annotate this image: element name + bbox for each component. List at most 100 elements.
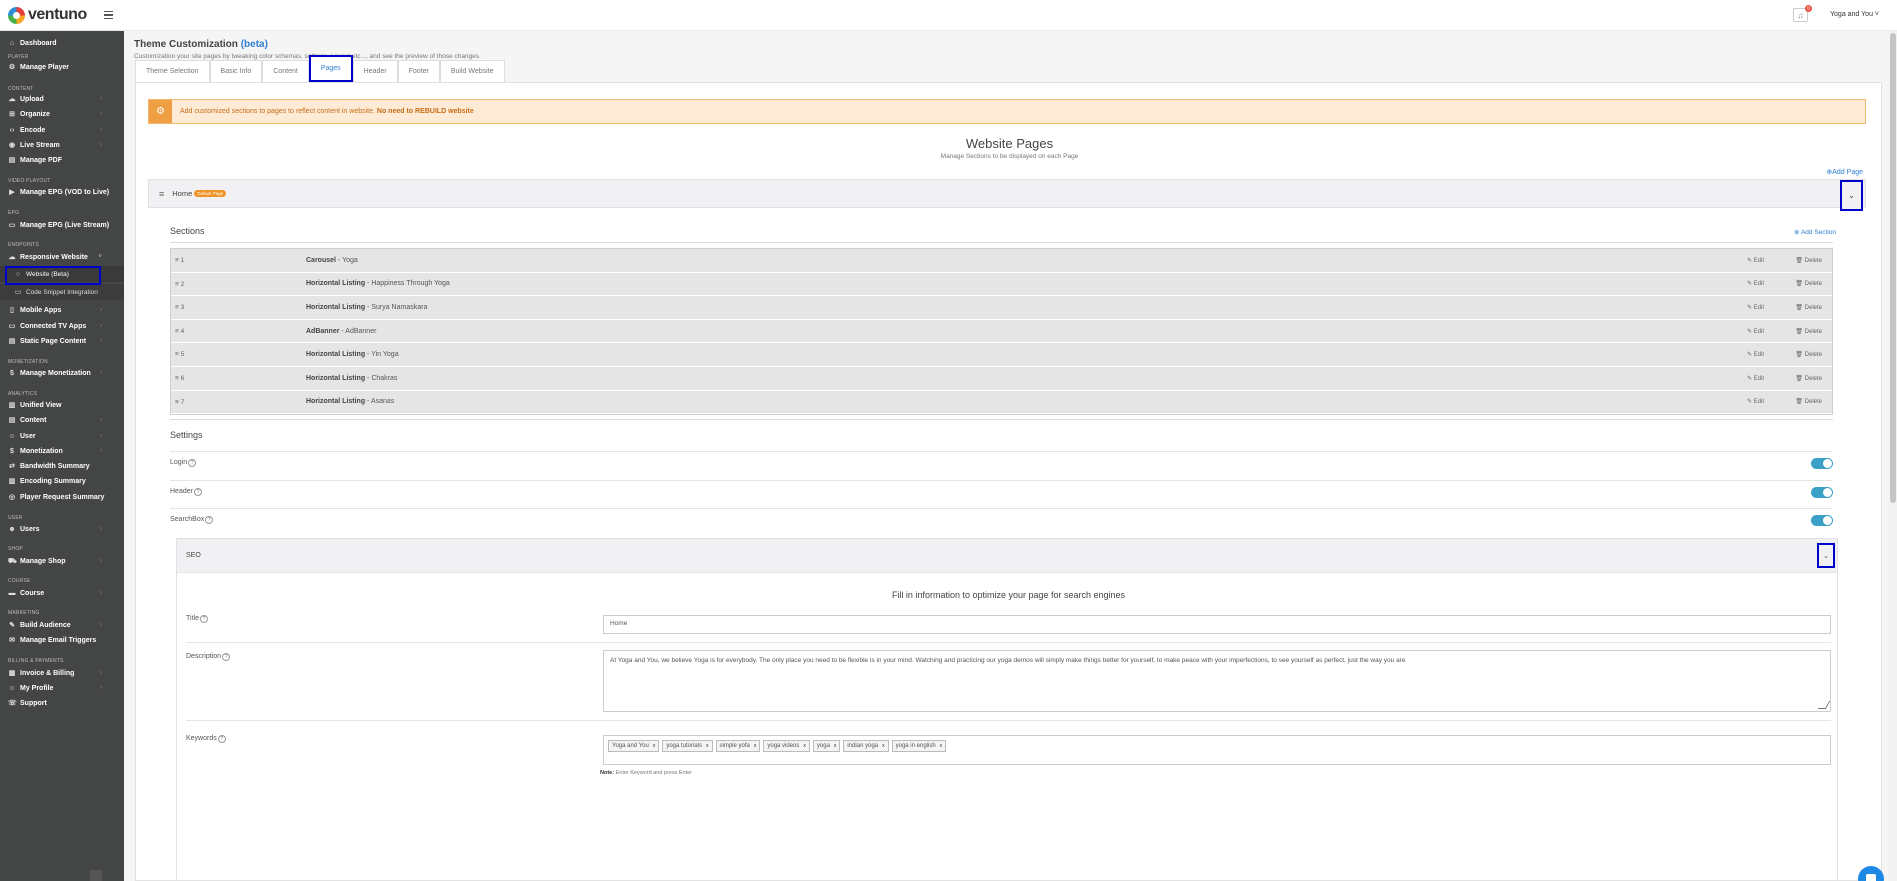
section-row[interactable]: ≡ 3 Horizontal Listing - Surya Namaskara ✎…	[171, 296, 1832, 320]
seo-header[interactable]: SEO ⌄	[177, 539, 1837, 573]
cloud-upload-icon: ☁	[8, 96, 16, 103]
tab-pages[interactable]: Pages	[308, 55, 353, 82]
help-icon[interactable]: ?	[205, 516, 214, 524]
chevron-down-icon[interactable]: ⌄	[1817, 543, 1835, 568]
sidebar-item-build-audience[interactable]: ✎ Build Audience ›	[0, 617, 124, 633]
section-row[interactable]: ≡ 7 Horizontal Listing - Asanas ✎ Edit 🗑 De…	[171, 390, 1832, 415]
login-toggle[interactable]	[1811, 458, 1833, 469]
sidebar-item-encoding[interactable]: ▥ Encoding Summary	[0, 473, 124, 489]
sidebar-item-manage-epg-vod[interactable]: ▶ Manage EPG (VOD to Live)	[0, 184, 124, 200]
edit-button[interactable]: ✎ Edit	[1747, 328, 1764, 335]
sidebar-item-manage-player[interactable]: ⚙ Manage Player	[0, 59, 124, 75]
section-number: ≡ 4	[175, 327, 185, 335]
tv-icon: ▭	[8, 222, 16, 229]
sidebar-item-dashboard[interactable]: ⌂ Dashboard	[0, 35, 124, 51]
user-menu[interactable]: Yoga and You ˅	[1830, 11, 1879, 18]
close-icon[interactable]: x	[706, 743, 709, 749]
edit-button[interactable]: ✎ Edit	[1747, 257, 1764, 264]
chevron-down-icon[interactable]: ⌄	[1840, 180, 1863, 211]
edit-button[interactable]: ✎ Edit	[1747, 375, 1764, 382]
sidebar-item-unified-view[interactable]: ▥ Unified View	[0, 397, 124, 413]
sidebar-item-analytics-content[interactable]: ▤ Content ›	[0, 412, 124, 428]
sidebar-item-course[interactable]: ▬ Course ›	[0, 585, 124, 601]
sidebar-item-my-profile[interactable]: ☺ My Profile ›	[0, 680, 124, 696]
section-type: AdBanner	[306, 327, 340, 335]
help-icon[interactable]: ?	[199, 615, 208, 623]
sidebar-item-manage-epg-live[interactable]: ▭ Manage EPG (Live Stream)	[0, 217, 124, 233]
broadcast-icon: ◉	[8, 142, 16, 149]
sidebar-item-users[interactable]: ☻ Users ›	[0, 521, 124, 537]
help-icon[interactable]: ?	[193, 488, 202, 496]
seo-title-input[interactable]: Home	[603, 615, 1831, 634]
edit-button[interactable]: ✎ Edit	[1747, 280, 1764, 287]
tab-basic-info[interactable]: Basic Info	[209, 60, 263, 82]
sidebar-item-manage-pdf[interactable]: ▤ Manage PDF	[0, 152, 124, 168]
invoice-icon: ▦	[8, 670, 16, 677]
delete-button[interactable]: 🗑 Delete	[1795, 351, 1822, 358]
delete-button[interactable]: 🗑 Delete	[1795, 328, 1822, 335]
hamburger-menu-icon[interactable]	[104, 11, 113, 19]
delete-button[interactable]: 🗑 Delete	[1795, 375, 1822, 382]
edit-button[interactable]: ✎ Edit	[1747, 304, 1764, 311]
scrollbar-thumb[interactable]	[1890, 33, 1896, 503]
page-row-home[interactable]: ≡ Home Default Page ⌄	[148, 179, 1866, 211]
tab-content[interactable]: Content	[262, 60, 309, 82]
delete-button[interactable]: 🗑 Delete	[1795, 257, 1822, 264]
help-icon[interactable]: ?	[217, 735, 226, 743]
tab-header[interactable]: Header	[352, 60, 398, 82]
drag-handle-icon[interactable]: ≡	[159, 189, 164, 199]
sidebar-item-invoice[interactable]: ▦ Invoice & Billing ›	[0, 665, 124, 681]
help-icon[interactable]: ?	[188, 459, 197, 467]
close-icon[interactable]: x	[940, 743, 943, 749]
sidebar-item-mobile-apps[interactable]: ▯ Mobile Apps ›	[0, 302, 124, 318]
sidebar-item-code-snippet[interactable]: ▭ Code Snippet Integration	[0, 284, 124, 300]
sidebar-item-bandwidth[interactable]: ⇄ Bandwidth Summary	[0, 458, 124, 474]
delete-button[interactable]: 🗑 Delete	[1795, 398, 1822, 405]
close-icon[interactable]: x	[882, 743, 885, 749]
sidebar-item-upload[interactable]: ☁ Upload ›	[0, 91, 124, 107]
seo-description-textarea[interactable]: At Yoga and You, we believe Yoga is for …	[603, 650, 1831, 712]
sidebar-item-live-stream[interactable]: ◉ Live Stream ›	[0, 137, 124, 153]
section-row[interactable]: ≡ 4 AdBanner - AdBanner ✎ Edit 🗑 Delete	[171, 319, 1832, 344]
delete-label: Delete	[1804, 281, 1822, 288]
close-icon[interactable]: x	[803, 743, 806, 749]
delete-button[interactable]: 🗑 Delete	[1795, 280, 1822, 287]
searchbox-toggle[interactable]	[1811, 515, 1833, 526]
help-icon[interactable]: ?	[222, 653, 231, 661]
wrench-icon: ✎	[9, 622, 15, 629]
sidebar-item-encode[interactable]: ‹› Encode ›	[0, 122, 124, 138]
sidebar-item-responsive-website[interactable]: ☁ Responsive Website ˅	[0, 249, 124, 265]
section-row[interactable]: ≡ 6 Horizontal Listing - Chakras ✎ Edit 🗑 D…	[171, 366, 1832, 391]
default-page-badge: Default Page	[194, 190, 227, 197]
close-icon[interactable]: x	[834, 743, 837, 749]
sidebar-item-manage-email[interactable]: ✉ Manage Email Triggers	[0, 632, 124, 648]
add-section-button[interactable]: ⊕ Add Section	[1794, 228, 1836, 236]
sidebar-collapse-handle[interactable]	[90, 870, 102, 881]
close-icon[interactable]: x	[754, 743, 757, 749]
edit-button[interactable]: ✎ Edit	[1747, 398, 1764, 405]
sidebar-item-support[interactable]: ☏ Support	[0, 695, 124, 711]
resize-handle-icon[interactable]	[1817, 701, 1831, 709]
tab-footer[interactable]: Footer	[397, 60, 440, 82]
sidebar-item-analytics-monetization[interactable]: $ Monetization ›	[0, 443, 124, 459]
tab-build-website[interactable]: Build Website	[439, 60, 505, 82]
section-name: Carousel - Yoga	[306, 257, 358, 264]
add-page-button[interactable]: ⊕Add Page	[1826, 168, 1863, 176]
section-row[interactable]: ≡ 5 Horizontal Listing - Yin Yoga ✎ Edit 🗑 …	[171, 343, 1832, 367]
keywords-input[interactable]: Yoga and You x yoga tutorials x simple yof…	[603, 735, 1831, 765]
sidebar-item-manage-monetization[interactable]: $ Manage Monetization ›	[0, 365, 124, 381]
close-icon[interactable]: x	[653, 743, 656, 749]
sidebar-item-connected-tv[interactable]: ▭ Connected TV Apps ›	[0, 318, 124, 334]
sidebar-item-manage-shop[interactable]: ⛟ Manage Shop ›	[0, 553, 124, 569]
sidebar-item-player-request[interactable]: ◎ Player Request Summary	[0, 489, 124, 505]
edit-button[interactable]: ✎ Edit	[1747, 351, 1764, 358]
sidebar-item-organize[interactable]: ⊞ Organize ›	[0, 106, 124, 122]
header-toggle[interactable]	[1811, 487, 1833, 498]
section-row[interactable]: ≡ 2 Horizontal Listing - Happiness Throug…	[171, 272, 1832, 297]
section-row[interactable]: ≡ 1 Carousel - Yoga ✎ Edit 🗑 Delete	[171, 249, 1832, 273]
tab-theme-selection[interactable]: Theme Selection	[135, 60, 210, 82]
sidebar-item-analytics-user[interactable]: ☺ User ›	[0, 428, 124, 444]
delete-button[interactable]: 🗑 Delete	[1795, 304, 1822, 311]
book-icon: ▬	[8, 589, 16, 597]
sidebar-item-static-page[interactable]: ▤ Static Page Content ›	[0, 333, 124, 349]
